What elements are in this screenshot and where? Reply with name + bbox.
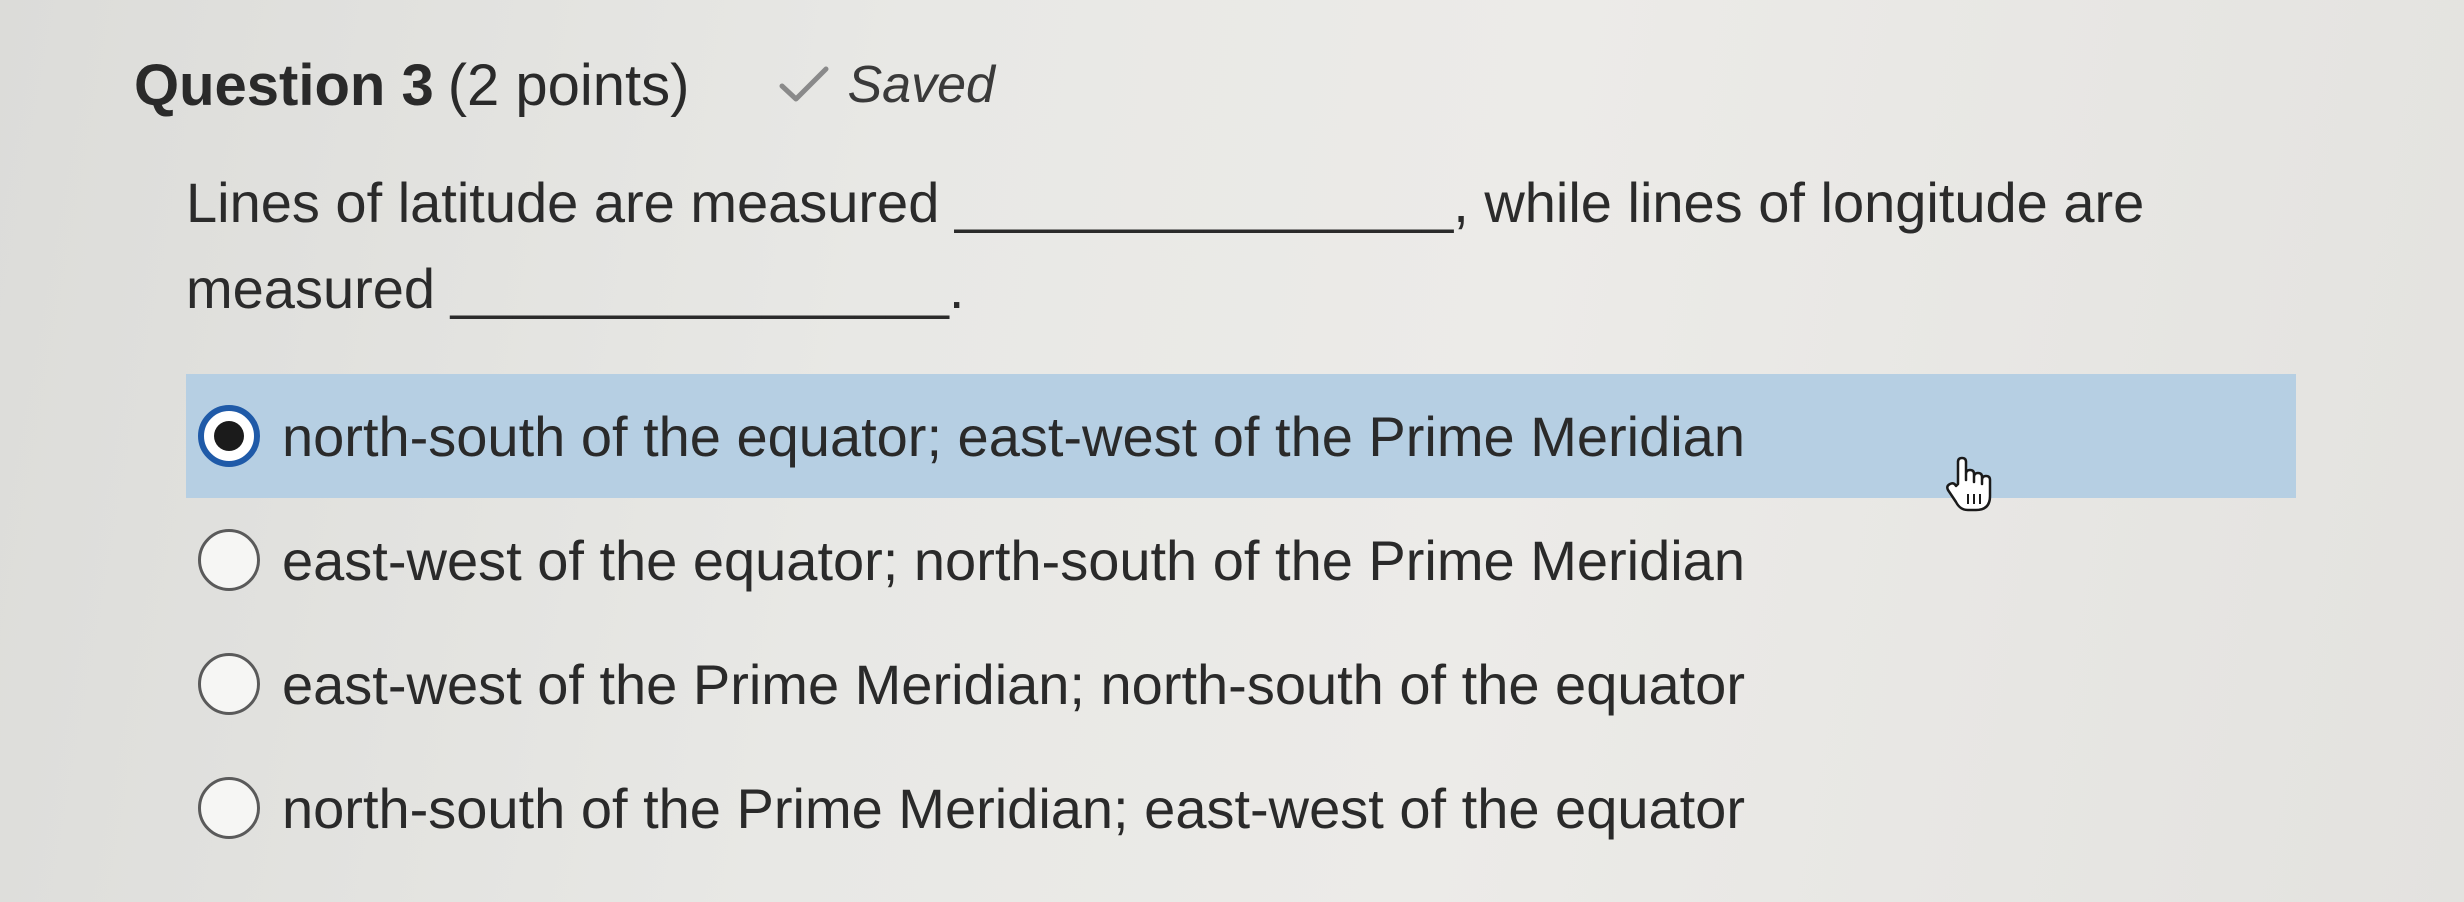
prompt-blank-2: ________________: [450, 257, 949, 320]
answer-options: north-south of the equator; east-west of…: [186, 374, 2296, 870]
answer-option-label[interactable]: east-west of the Prime Meridian; north-s…: [282, 652, 1745, 717]
radio-button-selected[interactable]: [198, 405, 260, 467]
radio-dot: [214, 421, 244, 451]
answer-option-3[interactable]: east-west of the Prime Meridian; north-s…: [186, 622, 2296, 746]
question-prompt: Lines of latitude are measured _________…: [186, 160, 2306, 332]
answer-option-4[interactable]: north-south of the Prime Meridian; east-…: [186, 746, 2296, 870]
hand-pointer-icon: [1946, 456, 1992, 512]
radio-button[interactable]: [198, 653, 260, 715]
radio-button[interactable]: [198, 777, 260, 839]
answer-option-2[interactable]: east-west of the equator; north-south of…: [186, 498, 2296, 622]
check-icon: [779, 66, 828, 102]
question-header: Question 3 (2 points) Saved: [134, 40, 995, 130]
radio-button[interactable]: [198, 529, 260, 591]
answer-option-label[interactable]: north-south of the Prime Meridian; east-…: [282, 776, 1745, 841]
prompt-blank-1: ________________: [954, 171, 1454, 234]
saved-label: Saved: [847, 56, 995, 114]
answer-option-label[interactable]: north-south of the equator; east-west of…: [282, 404, 1745, 469]
prompt-text-1: Lines of latitude are measured: [186, 171, 955, 234]
answer-option-label[interactable]: east-west of the equator; north-south of…: [282, 528, 1745, 593]
question-points: (2 points): [447, 52, 690, 118]
question-title: Question 3: [134, 52, 434, 118]
prompt-text-3: .: [948, 257, 965, 320]
saved-status: Saved: [776, 55, 995, 115]
